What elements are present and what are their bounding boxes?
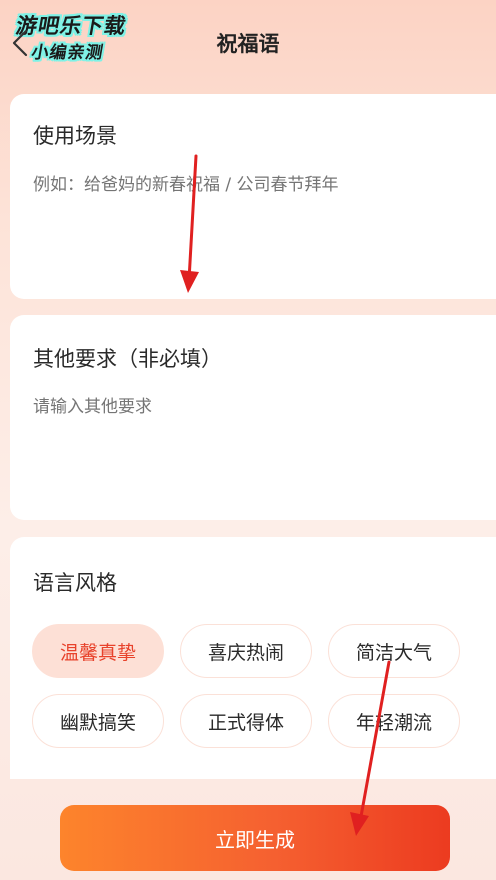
style-option-concise[interactable]: 简洁大气 <box>328 624 460 678</box>
generate-button[interactable]: 立即生成 <box>60 805 450 871</box>
style-option-humorous[interactable]: 幽默搞笑 <box>32 694 164 748</box>
watermark-line2: 小编亲测 <box>29 43 106 63</box>
style-option-trendy[interactable]: 年轻潮流 <box>328 694 460 748</box>
other-requirements-title: 其他要求（非必填） <box>33 347 222 371</box>
scene-input[interactable] <box>33 170 473 280</box>
other-requirements-card: 其他要求（非必填） <box>10 315 496 520</box>
style-option-festive[interactable]: 喜庆热闹 <box>180 624 312 678</box>
language-style-card: 语言风格 温馨真挚 喜庆热闹 简洁大气 幽默搞笑 正式得体 年轻潮流 <box>10 537 496 779</box>
other-requirements-input[interactable] <box>33 392 473 502</box>
language-style-title: 语言风格 <box>33 571 117 595</box>
scene-card: 使用场景 <box>10 94 496 299</box>
scene-title: 使用场景 <box>33 124 117 148</box>
style-option-warm[interactable]: 温馨真挚 <box>32 624 164 678</box>
chevron-left-icon[interactable] <box>8 28 36 58</box>
style-option-formal[interactable]: 正式得体 <box>180 694 312 748</box>
app-header: 游吧乐下载 小编亲测 祝福语 <box>0 0 496 88</box>
